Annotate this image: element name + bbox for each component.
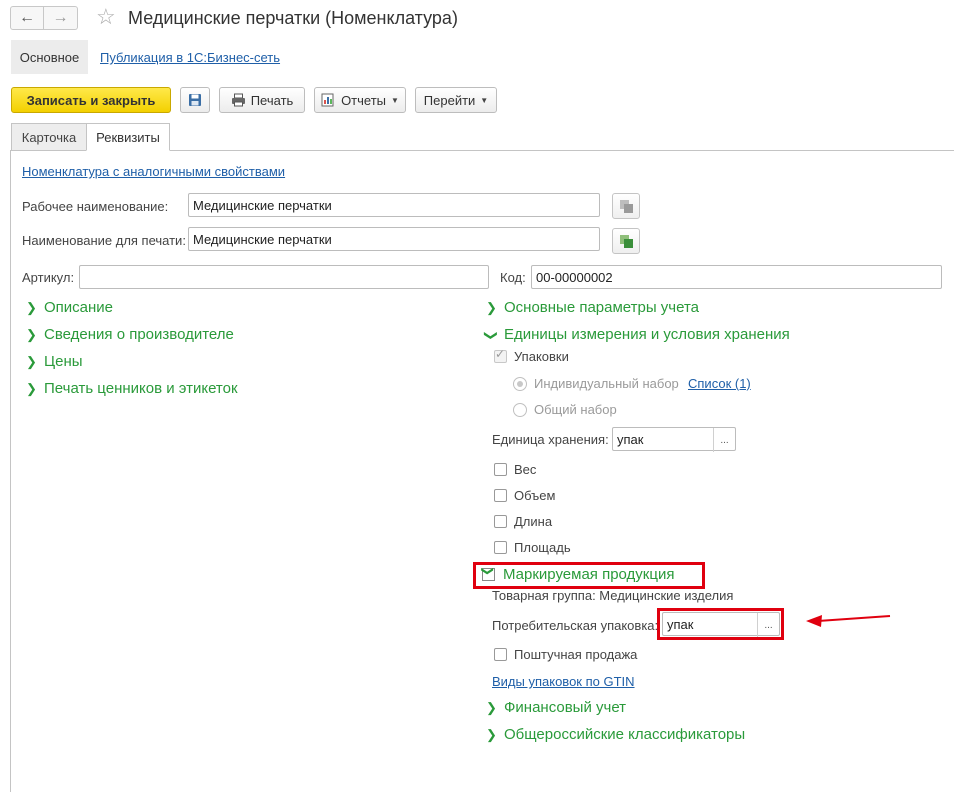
area-checkbox[interactable] bbox=[494, 541, 507, 554]
group-label: Цены bbox=[44, 353, 83, 370]
group-units-storage[interactable]: ❯ Единицы измерения и условия хранения bbox=[484, 326, 790, 343]
print-name-label: Наименование для печати: bbox=[22, 233, 186, 248]
chevron-down-icon: ▼ bbox=[391, 95, 399, 105]
group-manufacturer[interactable]: ❯ Сведения о производителе bbox=[26, 326, 234, 343]
publish-link[interactable]: Публикация в 1С:Бизнес-сеть bbox=[100, 50, 280, 65]
chevron-down-icon: ▼ bbox=[480, 95, 489, 105]
chevron-right-icon: ❯ bbox=[486, 699, 497, 715]
volume-label: Объем bbox=[514, 488, 556, 503]
volume-checkbox[interactable] bbox=[494, 489, 507, 502]
length-checkbox[interactable] bbox=[494, 515, 507, 528]
chevron-right-icon: ❯ bbox=[26, 326, 37, 342]
group-description[interactable]: ❯ Описание bbox=[26, 299, 113, 316]
highlight-marked-products bbox=[473, 562, 705, 589]
work-name-label: Рабочее наименование: bbox=[22, 199, 169, 214]
common-set-label: Общий набор bbox=[534, 402, 617, 417]
print-button[interactable]: Печать bbox=[219, 87, 305, 113]
article-field[interactable] bbox=[79, 265, 489, 289]
weight-label: Вес bbox=[514, 462, 537, 477]
report-icon bbox=[321, 93, 334, 107]
chevron-down-icon: ❯ bbox=[484, 329, 499, 341]
group-label: Печать ценников и этикеток bbox=[44, 380, 238, 397]
group-basic-params[interactable]: ❯ Основные параметры учета bbox=[486, 299, 699, 316]
packages-list-link[interactable]: Список (1) bbox=[688, 376, 751, 391]
printer-icon bbox=[231, 93, 245, 107]
forward-button[interactable]: → bbox=[44, 6, 78, 30]
tab-main[interactable]: Основное bbox=[11, 40, 88, 74]
back-button[interactable]: ← bbox=[10, 6, 44, 30]
arrow-right-icon: → bbox=[52, 9, 69, 26]
group-label: Единицы измерения и условия хранения bbox=[504, 326, 790, 343]
piece-sale-checkbox[interactable] bbox=[494, 648, 507, 661]
chevron-right-icon: ❯ bbox=[26, 299, 37, 315]
common-set-radio[interactable] bbox=[513, 403, 527, 417]
weight-checkbox[interactable] bbox=[494, 463, 507, 476]
packages-checkbox[interactable]: ✓ bbox=[494, 347, 507, 363]
group-prices[interactable]: ❯ Цены bbox=[26, 353, 83, 370]
storage-unit-field[interactable]: упак ... bbox=[612, 427, 736, 452]
gtin-packages-link[interactable]: Виды упаковок по GTIN bbox=[492, 674, 635, 689]
group-financial[interactable]: ❯ Финансовый учет bbox=[486, 699, 626, 716]
goto-button[interactable]: Перейти ▼ bbox=[415, 87, 497, 113]
copy-print-name-button[interactable] bbox=[612, 228, 640, 254]
similar-items-link[interactable]: Номенклатура с аналогичными свойствами bbox=[22, 164, 285, 179]
chevron-right-icon: ❯ bbox=[486, 299, 497, 315]
work-name-field[interactable]: Медицинские перчатки bbox=[188, 193, 600, 217]
save-close-button[interactable]: Записать и закрыть bbox=[11, 87, 171, 113]
group-label: Финансовый учет bbox=[504, 699, 627, 716]
chevron-right-icon: ❯ bbox=[26, 380, 37, 396]
window-title: Медицинские перчатки (Номенклатура) bbox=[128, 8, 458, 28]
group-label: Основные параметры учета bbox=[504, 299, 700, 316]
individual-set-label: Индивидуальный набор bbox=[534, 376, 679, 391]
reports-label: Отчеты bbox=[341, 92, 386, 108]
print-name-field[interactable]: Медицинские перчатки bbox=[188, 227, 600, 251]
arrow-annotation-icon bbox=[806, 615, 891, 627]
consumer-pack-label: Потребительская упаковка: bbox=[492, 618, 659, 633]
chevron-right-icon: ❯ bbox=[486, 726, 497, 742]
chevron-right-icon: ❯ bbox=[26, 353, 37, 369]
group-classifiers[interactable]: ❯ Общероссийские классификаторы bbox=[486, 726, 745, 743]
group-label: Сведения о производителе bbox=[44, 326, 234, 343]
area-label: Площадь bbox=[514, 540, 571, 555]
individual-set-radio[interactable] bbox=[513, 377, 527, 391]
form-border bbox=[10, 150, 11, 792]
save-button[interactable] bbox=[180, 87, 210, 113]
code-label: Код: bbox=[500, 270, 526, 285]
storage-unit-label: Единица хранения: bbox=[492, 432, 609, 447]
piece-sale-label: Поштучная продажа bbox=[514, 647, 638, 662]
tab-card[interactable]: Карточка bbox=[11, 123, 87, 151]
print-label: Печать bbox=[250, 92, 294, 108]
star-icon[interactable]: ☆ bbox=[96, 6, 116, 28]
copy-name-button[interactable] bbox=[612, 193, 640, 219]
floppy-disk-icon bbox=[189, 94, 201, 106]
select-button[interactable]: ... bbox=[713, 428, 735, 452]
goto-label: Перейти bbox=[423, 92, 476, 108]
tab-requisites[interactable]: Реквизиты bbox=[86, 123, 170, 151]
copy-icon bbox=[620, 235, 633, 248]
reports-button[interactable]: Отчеты ▼ bbox=[314, 87, 406, 113]
article-label: Артикул: bbox=[22, 270, 75, 285]
product-group-text: Товарная группа: Медицинские изделия bbox=[492, 588, 734, 603]
group-price-tags[interactable]: ❯ Печать ценников и этикеток bbox=[26, 380, 238, 397]
copy-icon bbox=[620, 200, 633, 213]
code-field[interactable]: 00-00000002 bbox=[531, 265, 942, 289]
arrow-left-icon: ← bbox=[19, 9, 35, 26]
highlight-consumer-pack bbox=[657, 608, 784, 640]
packages-label: Упаковки bbox=[514, 349, 569, 364]
group-label: Описание bbox=[44, 299, 114, 316]
storage-unit-value: упак bbox=[617, 431, 644, 447]
length-label: Длина bbox=[514, 514, 553, 529]
group-label: Общероссийские классификаторы bbox=[504, 726, 746, 743]
